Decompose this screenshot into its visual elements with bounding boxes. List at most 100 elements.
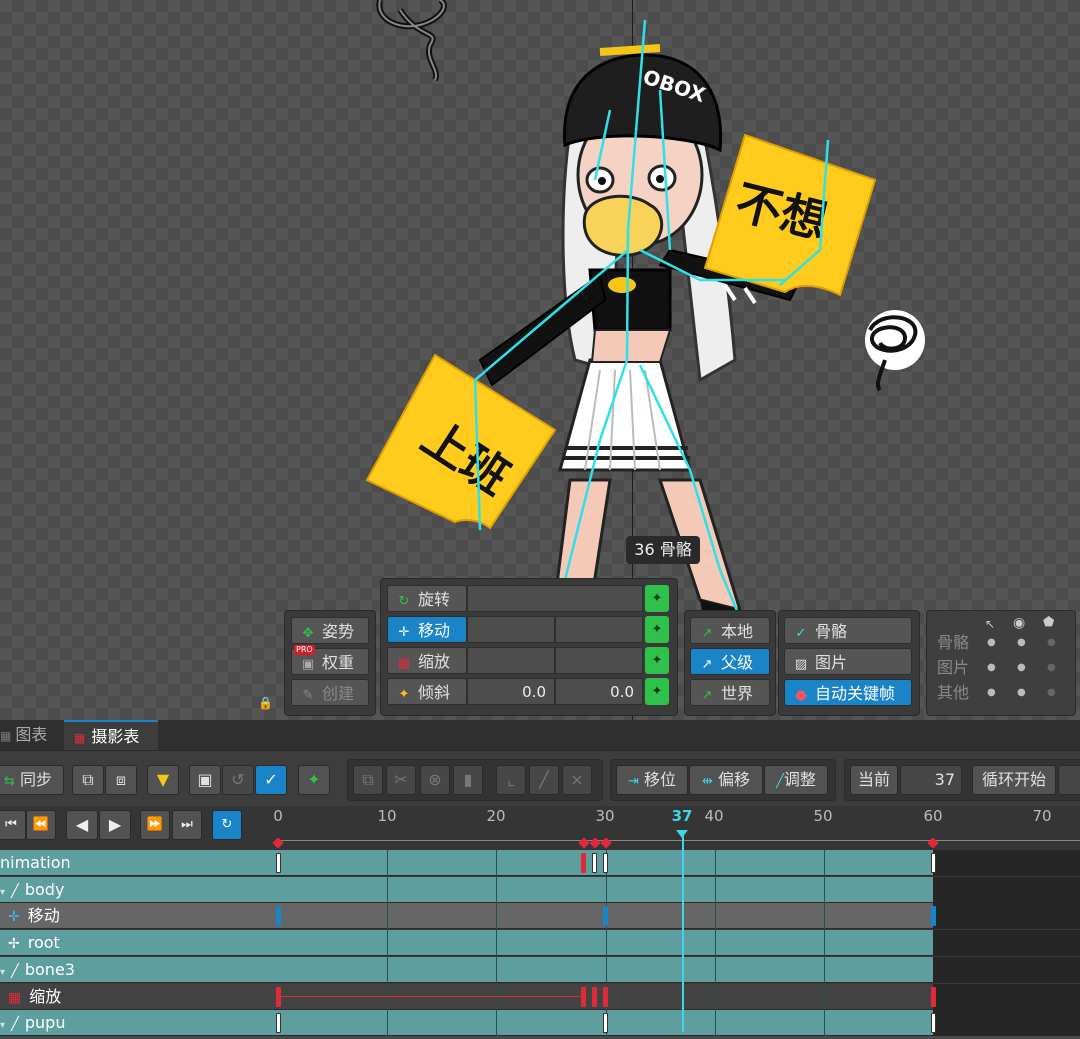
key-mode-button[interactable]: ✦ bbox=[298, 765, 330, 795]
play-reverse-button[interactable]: ◀ bbox=[66, 810, 98, 840]
keyframe[interactable] bbox=[275, 853, 281, 873]
visibility-row-other[interactable]: 其他 ● ● ● bbox=[937, 681, 1067, 705]
current-frame-label: 当前 bbox=[850, 765, 898, 795]
collapse-arrow-icon[interactable]: ▾ bbox=[0, 967, 5, 978]
canvas-viewport[interactable]: OBOX 上班 不想 36 骨骼 🔒 ✥ 姿势 ▣ 权重 PRO ✎ 创建 ↻ … bbox=[0, 0, 1080, 720]
track-out-of-range bbox=[933, 876, 1080, 903]
translate-y-field[interactable] bbox=[555, 616, 643, 643]
visibility-row-bones[interactable]: 骨骼 ● ● ● bbox=[937, 631, 1067, 655]
frame-gridline bbox=[605, 956, 607, 983]
rotate-field[interactable] bbox=[467, 585, 643, 612]
keyframe[interactable] bbox=[603, 906, 608, 927]
auto-key-button[interactable]: ● 自动关键帧 bbox=[784, 679, 912, 706]
frame-gridline bbox=[605, 876, 607, 903]
row-scale[interactable]: ▦ 缩放 bbox=[0, 983, 1080, 1010]
frame-gridline bbox=[496, 1010, 498, 1037]
offset-button[interactable]: ⇹ 偏移 bbox=[689, 765, 763, 795]
collapse-arrow-icon[interactable]: ▾ bbox=[0, 1020, 5, 1031]
row-label-text: pupu bbox=[24, 1013, 66, 1033]
go-first-button[interactable]: ⏮ bbox=[0, 810, 26, 840]
ease-linear-button[interactable]: ╱ bbox=[529, 765, 559, 795]
bone-mode-button[interactable]: ✓ bbox=[255, 765, 287, 795]
rotate-button[interactable]: ↻ 旋转 bbox=[387, 585, 467, 612]
copy-key-button[interactable]: ⧉ bbox=[353, 765, 383, 795]
row-translate[interactable]: ✛ 移动 bbox=[0, 903, 1080, 930]
pose-button[interactable]: ✥ 姿势 bbox=[291, 617, 369, 644]
shear-key-button[interactable]: ✦ bbox=[645, 678, 669, 705]
frame-gridline bbox=[714, 930, 716, 957]
frame-gridline bbox=[714, 876, 716, 903]
lock-icon[interactable]: 🔒 bbox=[258, 696, 273, 710]
create-button[interactable]: ✎ 创建 bbox=[291, 679, 369, 706]
cut-key-button[interactable]: ✂ bbox=[386, 765, 416, 795]
rotate-key-button[interactable]: ✦ bbox=[645, 585, 669, 612]
scale-x-field[interactable] bbox=[467, 647, 555, 674]
keyframe[interactable] bbox=[581, 853, 587, 873]
translate-x-field[interactable] bbox=[467, 616, 555, 643]
lock-button[interactable]: ▣ bbox=[189, 765, 221, 795]
shift-frames-button[interactable]: ⇥ 移位 bbox=[616, 765, 688, 795]
keyframe[interactable] bbox=[275, 1013, 281, 1034]
loop-start-field[interactable] bbox=[1058, 765, 1080, 795]
keyframe[interactable] bbox=[275, 906, 281, 927]
ruler-tick-60: 60 bbox=[923, 807, 943, 825]
keyframe[interactable] bbox=[275, 986, 281, 1007]
keyframe[interactable] bbox=[581, 986, 587, 1007]
delete-key-button[interactable]: ⊗ bbox=[420, 765, 450, 795]
go-last-button[interactable]: ⏭ bbox=[172, 810, 202, 840]
row-animation[interactable]: nimation bbox=[0, 850, 1080, 876]
keyframe[interactable] bbox=[930, 853, 936, 873]
timeline-ruler[interactable]: ⏮ ⏪ ◀ ▶ ⏩ ⏭ ↻ 0 10 20 30 37 40 50 60 70 bbox=[0, 806, 1080, 850]
keyframe[interactable] bbox=[603, 986, 608, 1007]
keyframe[interactable] bbox=[930, 1013, 936, 1034]
copy-layer-button[interactable]: ⧉ bbox=[72, 765, 104, 795]
loop-playback-button[interactable]: ↻ bbox=[212, 810, 242, 840]
translate-button[interactable]: ✛ 移动 bbox=[387, 616, 467, 643]
shear-button[interactable]: ✦ 倾斜 bbox=[387, 678, 467, 705]
images-key-button[interactable]: ▨ 图片 bbox=[784, 648, 912, 675]
dopesheet: ⏮ ⏪ ◀ ▶ ⏩ ⏭ ↻ 0 10 20 30 37 40 50 60 70 … bbox=[0, 806, 1080, 1037]
visibility-row-images[interactable]: 图片 ● ● ● bbox=[937, 656, 1067, 680]
scribble-right bbox=[865, 310, 925, 392]
paste-layer-button[interactable]: ⧈ bbox=[105, 765, 137, 795]
current-frame-field[interactable]: 37 bbox=[900, 765, 962, 795]
scale-key-button[interactable]: ✦ bbox=[645, 647, 669, 674]
keyframe[interactable] bbox=[603, 853, 608, 873]
create-icon: ✎ bbox=[302, 688, 314, 703]
row-body[interactable]: ▾ ╱ body bbox=[0, 876, 1080, 903]
shear-y-field[interactable]: 0.0 bbox=[555, 678, 643, 705]
world-axes-button[interactable]: ↗ 世界 bbox=[690, 679, 770, 706]
loop-button[interactable]: ↺ bbox=[222, 765, 254, 795]
sync-button[interactable]: ⇆ 同步 bbox=[0, 765, 64, 795]
tab-graph[interactable]: ▦ 图表 bbox=[0, 720, 58, 750]
row-bone3[interactable]: ▾ ╱ bone3 bbox=[0, 956, 1080, 983]
keyframe[interactable] bbox=[930, 906, 936, 927]
play-button[interactable]: ▶ bbox=[99, 810, 131, 840]
step-back-button[interactable]: ⏪ bbox=[26, 810, 56, 840]
collapse-arrow-icon[interactable]: ▾ bbox=[0, 887, 5, 898]
keyframe[interactable] bbox=[592, 986, 598, 1007]
adjust-button[interactable]: ╱调整 bbox=[764, 765, 828, 795]
scale-button[interactable]: ▦ 缩放 bbox=[387, 647, 467, 674]
local-axes-button[interactable]: ↗ 本地 bbox=[690, 617, 770, 644]
ease-stepped-button[interactable]: ⌞ bbox=[496, 765, 526, 795]
loop-start-button[interactable]: 循环开始 bbox=[972, 765, 1056, 795]
ease-bezier-button[interactable]: ⨯ bbox=[562, 765, 592, 795]
tab-dopesheet[interactable]: ▦ 摄影表 bbox=[64, 720, 158, 750]
weight-button[interactable]: ▣ 权重 PRO bbox=[291, 645, 369, 675]
keyframe[interactable] bbox=[592, 853, 598, 873]
shear-x-field[interactable]: 0.0 bbox=[467, 678, 555, 705]
step-forward-button[interactable]: ⏩ bbox=[140, 810, 170, 840]
parent-axes-button[interactable]: ↗ 父级 bbox=[690, 648, 770, 675]
row-pupu[interactable]: ▾ ╱ pupu bbox=[0, 1010, 1080, 1037]
keyframe[interactable] bbox=[930, 986, 936, 1007]
scale-y-field[interactable] bbox=[555, 647, 643, 674]
row-label-text: 移动 bbox=[27, 906, 60, 926]
paste-key-button[interactable]: ▮ bbox=[453, 765, 483, 795]
keyframe[interactable] bbox=[603, 1013, 608, 1034]
filter-button[interactable]: ▼ bbox=[147, 765, 179, 795]
translate-key-button[interactable]: ✦ bbox=[645, 616, 669, 643]
row-root[interactable]: ✢ root bbox=[0, 930, 1080, 957]
bones-key-button[interactable]: ✓ 骨骼 bbox=[784, 617, 912, 644]
sync-icon: ⇆ bbox=[3, 774, 15, 789]
